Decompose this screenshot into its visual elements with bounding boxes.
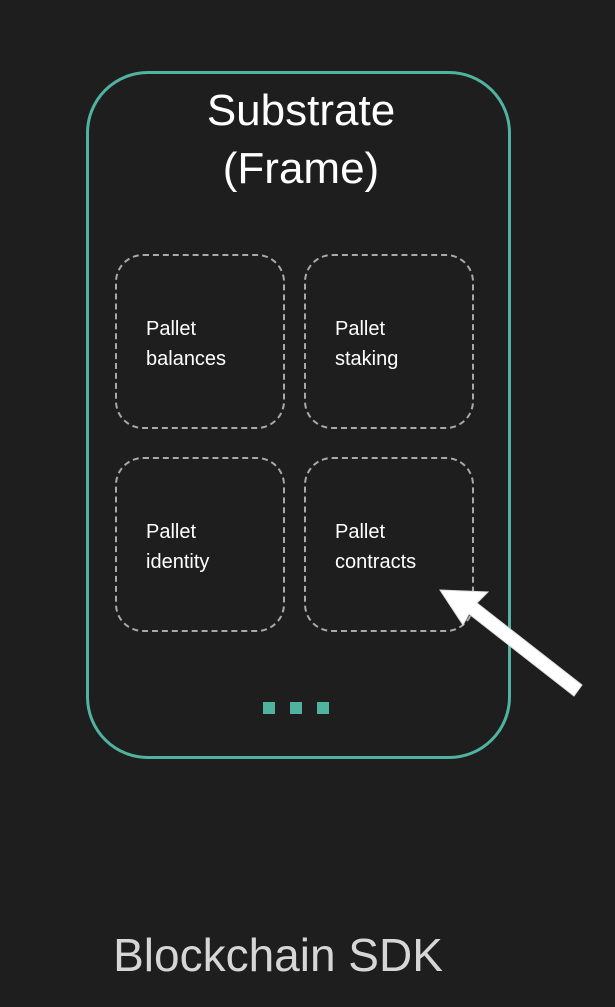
pallet-staking-line1: Pallet: [335, 318, 386, 340]
pallet-identity-label: Pallet identity: [146, 517, 209, 577]
ellipsis-dot: [290, 702, 302, 714]
pallet-identity-box: Pallet identity: [115, 457, 285, 632]
frame-title-line2: (Frame): [222, 144, 380, 193]
ellipsis-dot: [263, 702, 275, 714]
pallet-identity-line1: Pallet: [146, 521, 197, 543]
more-pallets-indicator: [263, 702, 333, 716]
pallet-balances-box: Pallet balances: [115, 254, 285, 429]
pallet-balances-line1: Pallet: [146, 318, 197, 340]
pallet-contracts-line1: Pallet: [335, 521, 386, 543]
pallet-staking-line2: staking: [335, 348, 399, 370]
ellipsis-dot: [317, 702, 329, 714]
pallet-contracts-label: Pallet contracts: [335, 517, 416, 577]
pallet-contracts-line2: contracts: [335, 551, 417, 573]
pointer-arrow-icon: [439, 589, 583, 697]
footer-caption: Blockchain SDK: [113, 929, 443, 981]
pallet-staking-box: Pallet staking: [304, 254, 474, 429]
frame-title-line1: Substrate: [206, 86, 396, 135]
pallet-staking-label: Pallet staking: [335, 314, 398, 374]
pallet-balances-label: Pallet balances: [146, 314, 226, 374]
pallet-identity-line2: identity: [146, 551, 210, 573]
pallet-balances-line2: balances: [146, 348, 227, 370]
